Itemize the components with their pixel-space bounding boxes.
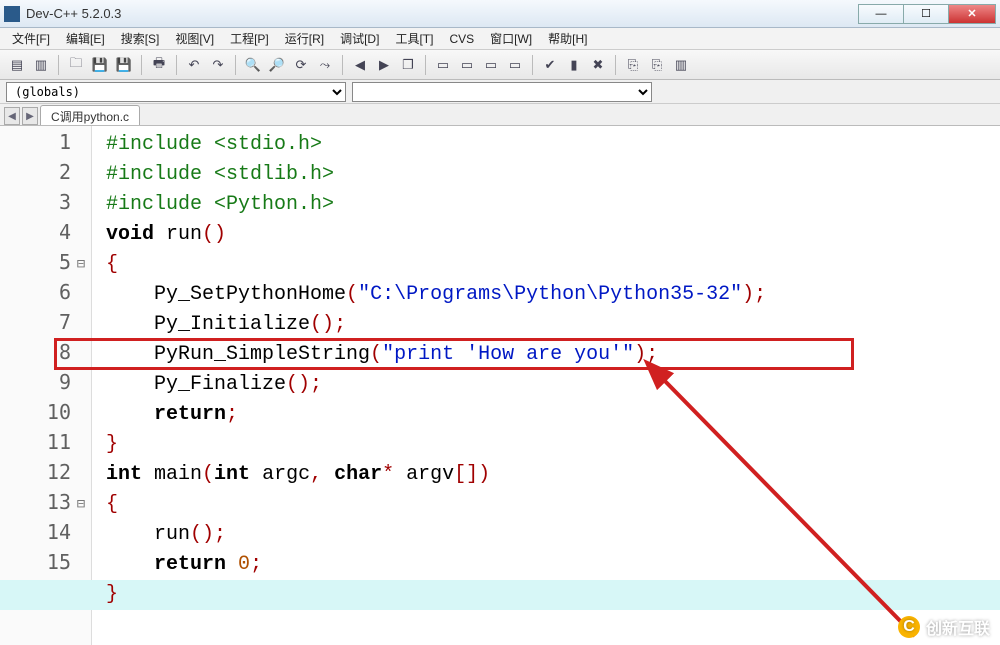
menu-window[interactable]: 窗口[W] <box>482 28 540 49</box>
menu-edit[interactable]: 编辑[E] <box>58 28 113 49</box>
replace-button[interactable]: 🔎 <box>266 54 288 76</box>
tab-scroll-left[interactable]: ◀ <box>4 107 20 125</box>
code-line[interactable]: PyRun_SimpleString("print 'How are you'"… <box>106 340 1000 370</box>
new-project-button[interactable]: ▥ <box>30 54 52 76</box>
save-button[interactable]: 💾 <box>89 54 111 76</box>
app-icon <box>4 6 20 22</box>
editor-tab-active[interactable]: C调用python.c <box>40 105 140 125</box>
findnext-button[interactable]: ⟳ <box>290 54 312 76</box>
line-number: 8 <box>21 340 71 364</box>
line-number: 4 <box>21 220 71 244</box>
code-line[interactable]: #include <stdio.h> <box>106 130 1000 160</box>
line-number: 13 <box>21 490 71 514</box>
new-template-button[interactable]: ⎘ <box>646 54 668 76</box>
menu-debug[interactable]: 调试[D] <box>332 28 387 49</box>
redo-button[interactable]: ↷ <box>207 54 229 76</box>
goto-button[interactable]: ⤳ <box>314 54 336 76</box>
line-number: 12 <box>21 460 71 484</box>
line-number: 10 <box>21 400 71 424</box>
open-button[interactable]: 🗀 <box>65 54 87 76</box>
menu-help[interactable]: 帮助[H] <box>540 28 595 49</box>
find-button[interactable]: 🔍 <box>242 54 264 76</box>
code-line[interactable]: Py_SetPythonHome("C:\Programs\Python\Pyt… <box>106 280 1000 310</box>
stop-button[interactable]: ✖ <box>587 54 609 76</box>
menu-project[interactable]: 工程[P] <box>222 28 277 49</box>
watermark-text: 创新互联 <box>926 615 990 639</box>
line-number: 15 <box>21 550 71 574</box>
tab-scroll-right[interactable]: ▶ <box>22 107 38 125</box>
print-button[interactable]: 🖶 <box>148 54 170 76</box>
line-number: 11 <box>21 430 71 454</box>
line-number: 3 <box>21 190 71 214</box>
new-file-button[interactable]: ▤ <box>6 54 28 76</box>
run-button[interactable]: ▭ <box>456 54 478 76</box>
menu-search[interactable]: 搜索[S] <box>113 28 168 49</box>
options-button[interactable]: ▥ <box>670 54 692 76</box>
code-line[interactable]: #include <stdlib.h> <box>106 160 1000 190</box>
code-line[interactable]: } <box>106 580 1000 610</box>
member-combo[interactable] <box>352 82 652 102</box>
code-area[interactable]: #include <stdio.h>#include <stdlib.h>#in… <box>92 126 1000 610</box>
new-class-button[interactable]: ⎘ <box>622 54 644 76</box>
compile-button[interactable]: ▭ <box>432 54 454 76</box>
code-line[interactable]: Py_Finalize(); <box>106 370 1000 400</box>
class-browser-bar: (globals) <box>0 80 1000 104</box>
code-line[interactable]: run(); <box>106 520 1000 550</box>
line-number: 6 <box>21 280 71 304</box>
fold-toggle[interactable]: ⊟ <box>75 256 87 272</box>
code-line[interactable]: } <box>106 430 1000 460</box>
code-line[interactable]: return 0; <box>106 550 1000 580</box>
code-line[interactable]: { <box>106 250 1000 280</box>
menu-file[interactable]: 文件[F] <box>4 28 58 49</box>
window-maximize-button[interactable] <box>903 4 949 24</box>
code-line[interactable]: int main(int argc, char* argv[]) <box>106 460 1000 490</box>
code-line[interactable]: #include <Python.h> <box>106 190 1000 220</box>
code-line[interactable]: return; <box>106 400 1000 430</box>
code-line[interactable]: { <box>106 490 1000 520</box>
menu-view[interactable]: 视图[V] <box>167 28 222 49</box>
code-line[interactable]: void run() <box>106 220 1000 250</box>
editor-tabstrip: ◀ ▶ C调用python.c <box>0 104 1000 126</box>
back-button[interactable]: ◀ <box>349 54 371 76</box>
compile-run-button[interactable]: ▭ <box>480 54 502 76</box>
line-number: 7 <box>21 310 71 334</box>
bookmark-button[interactable]: ❐ <box>397 54 419 76</box>
menu-cvs[interactable]: CVS <box>441 30 482 48</box>
gutter: 12345⊟678910111213⊟141516 <box>0 126 92 645</box>
watermark: C 创新互联 <box>898 615 990 639</box>
window-close-button[interactable] <box>948 4 996 24</box>
window-minimize-button[interactable] <box>858 4 904 24</box>
undo-button[interactable]: ↶ <box>183 54 205 76</box>
line-number: 2 <box>21 160 71 184</box>
code-line[interactable]: Py_Initialize(); <box>106 310 1000 340</box>
window-titlebar: Dev-C++ 5.2.0.3 <box>0 0 1000 28</box>
line-number: 5 <box>21 250 71 274</box>
forward-button[interactable]: ▶ <box>373 54 395 76</box>
scope-combo[interactable]: (globals) <box>6 82 346 102</box>
save-all-button[interactable]: 💾 <box>113 54 135 76</box>
debug-button[interactable]: ✔ <box>539 54 561 76</box>
line-number: 9 <box>21 370 71 394</box>
profile-button[interactable]: ▮ <box>563 54 585 76</box>
line-number: 14 <box>21 520 71 544</box>
rebuild-button[interactable]: ▭ <box>504 54 526 76</box>
fold-toggle[interactable]: ⊟ <box>75 496 87 512</box>
window-title: Dev-C++ 5.2.0.3 <box>26 6 859 21</box>
menubar: 文件[F] 编辑[E] 搜索[S] 视图[V] 工程[P] 运行[R] 调试[D… <box>0 28 1000 50</box>
toolbar: ▤ ▥ 🗀 💾 💾 🖶 ↶ ↷ 🔍 🔎 ⟳ ⤳ ◀ ▶ ❐ ▭ ▭ ▭ ▭ ✔ … <box>0 50 1000 80</box>
code-editor[interactable]: 12345⊟678910111213⊟141516 #include <stdi… <box>0 126 1000 645</box>
menu-tools[interactable]: 工具[T] <box>387 28 441 49</box>
line-number: 1 <box>21 130 71 154</box>
watermark-icon: C <box>898 616 920 638</box>
menu-run[interactable]: 运行[R] <box>277 28 332 49</box>
